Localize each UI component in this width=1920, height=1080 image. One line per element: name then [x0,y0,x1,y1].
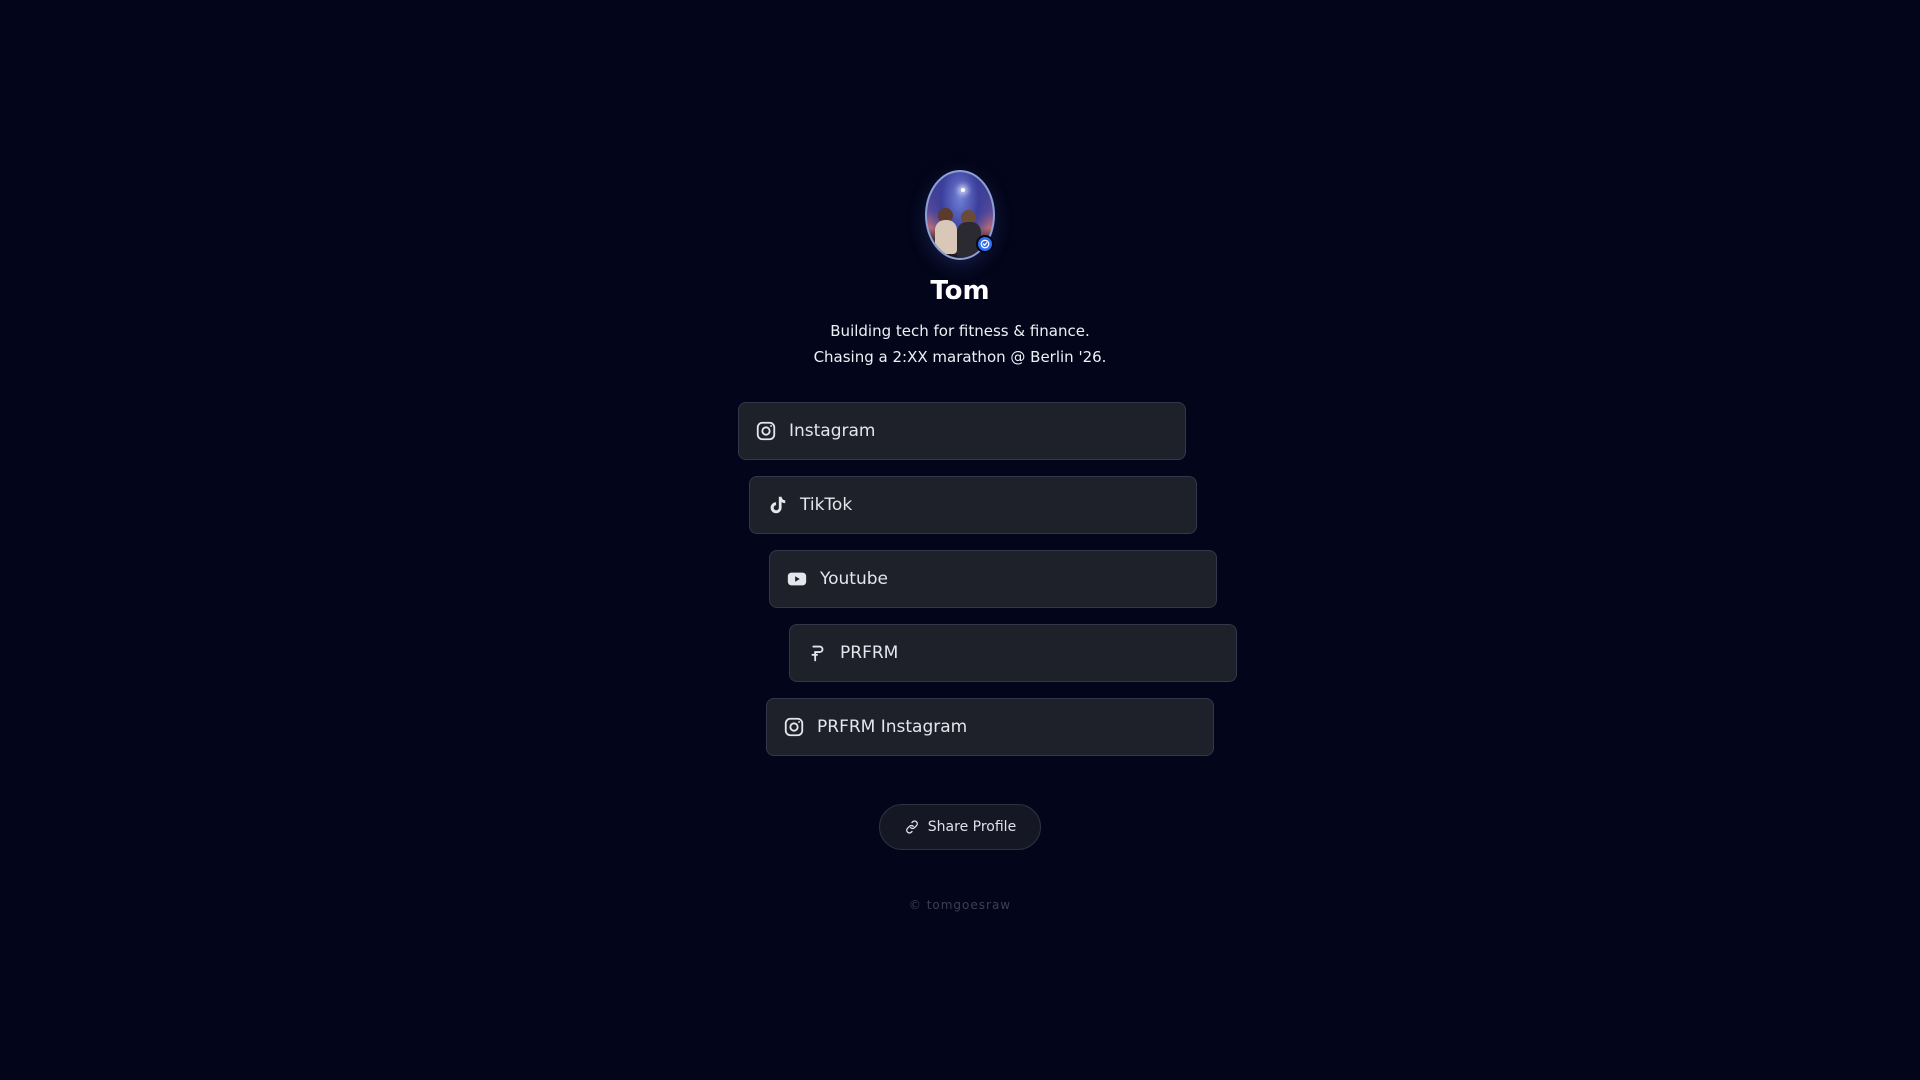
prfrm-icon [804,640,830,666]
footer-copyright: © tomgoesraw [908,898,1012,912]
youtube-icon [784,566,810,592]
profile-name: Tom [930,276,990,306]
share-profile-button[interactable]: Share Profile [879,804,1041,850]
link-label: PRFRM [840,643,899,663]
link-instagram[interactable]: Instagram [738,402,1186,460]
profile-bio-line-1: Building tech for fitness & finance. [830,322,1090,340]
instagram-icon [781,714,807,740]
link-label: Youtube [820,569,888,589]
profile-page: Tom Building tech for fitness & finance.… [0,0,1920,1080]
link-icon [904,819,920,835]
share-profile-label: Share Profile [927,819,1017,835]
link-label: PRFRM Instagram [817,717,968,737]
instagram-icon [753,418,779,444]
link-tiktok[interactable]: TikTok [749,476,1197,534]
link-label: TikTok [800,495,853,515]
profile-bio-line-2: Chasing a 2:XX marathon @ Berlin '26. [813,348,1107,366]
avatar-container [925,170,995,260]
tiktok-icon [764,492,790,518]
link-label: Instagram [789,421,876,441]
link-youtube[interactable]: Youtube [769,550,1217,608]
link-prfrm-instagram[interactable]: PRFRM Instagram [766,698,1214,756]
link-prfrm[interactable]: PRFRM [789,624,1237,682]
verified-badge-icon [976,235,994,253]
